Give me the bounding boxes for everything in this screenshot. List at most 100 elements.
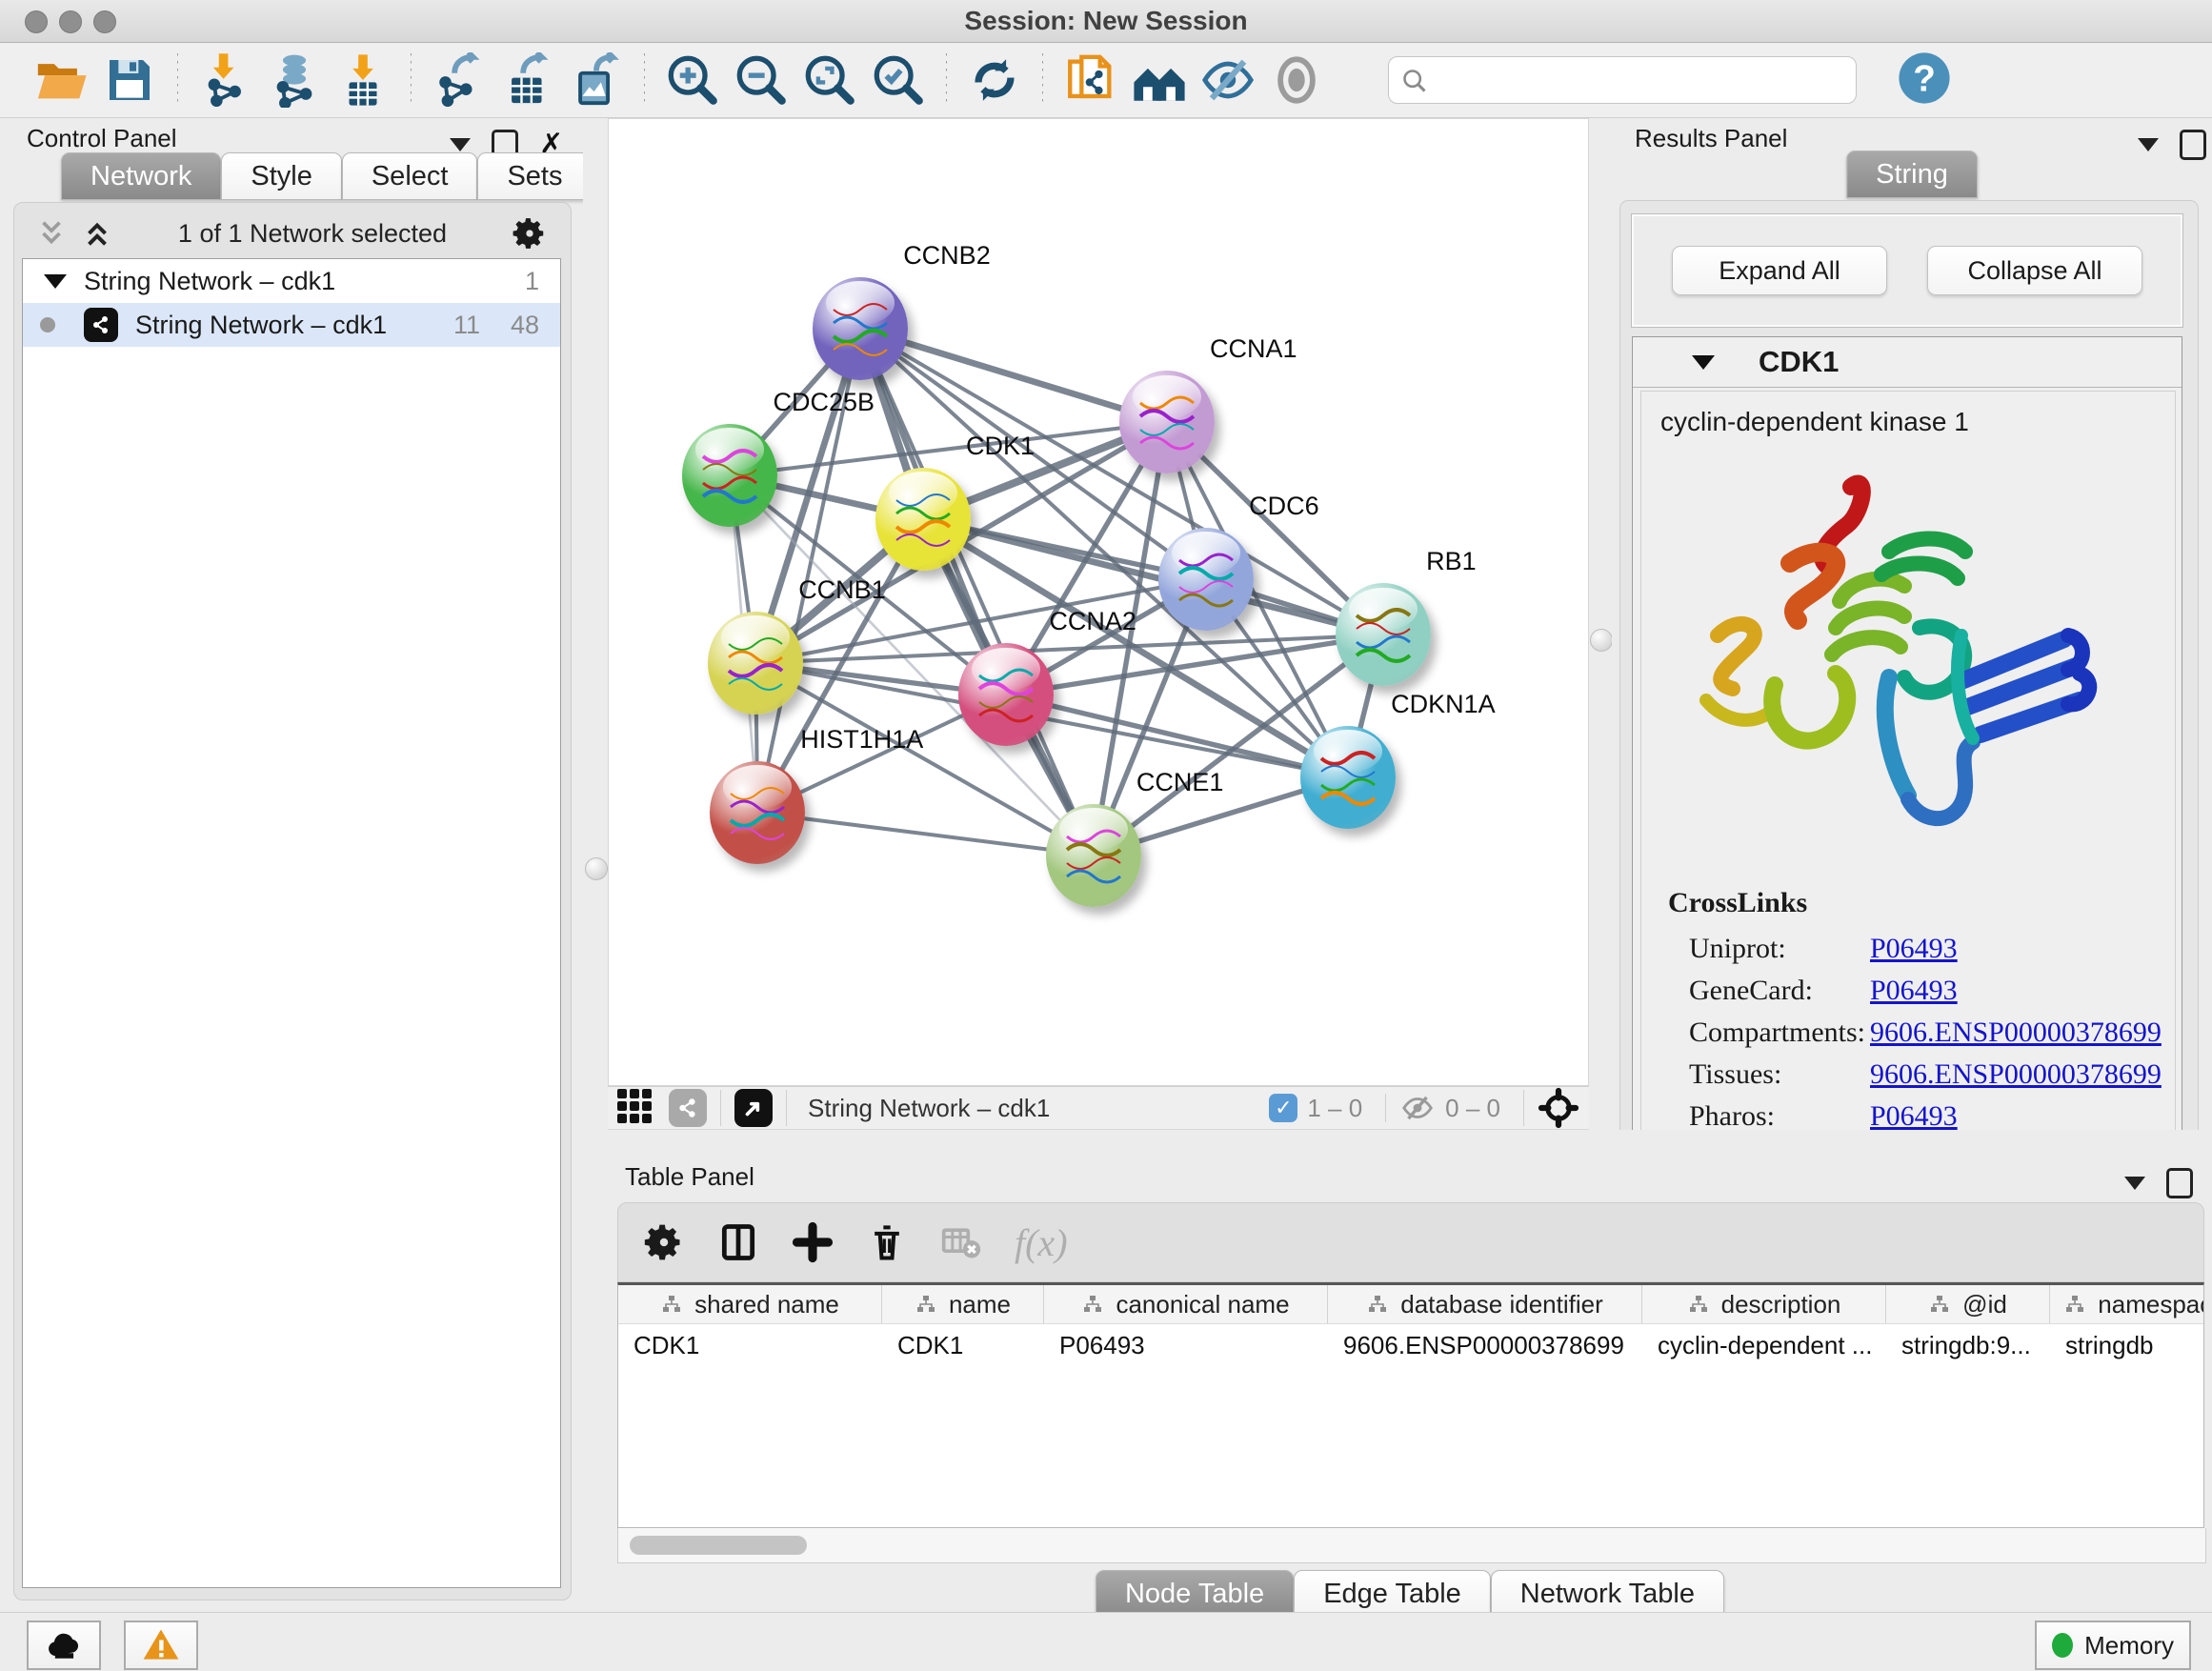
node-CCNE1[interactable] — [1046, 804, 1141, 907]
zoom-in-button[interactable] — [663, 50, 722, 110]
show-eye-button[interactable] — [1267, 50, 1326, 110]
grid-view-icon[interactable] — [617, 1089, 655, 1127]
tab-select[interactable]: Select — [342, 152, 478, 200]
share-view-icon[interactable] — [669, 1089, 707, 1127]
annotations-button[interactable] — [1061, 50, 1120, 110]
node-CDK1[interactable] — [875, 468, 971, 571]
node-CCNA1[interactable] — [1119, 371, 1215, 473]
export-network-button[interactable] — [430, 50, 489, 110]
tab-style[interactable]: Style — [221, 152, 341, 200]
show-columns-icon[interactable] — [717, 1221, 759, 1263]
table-cell[interactable]: CDK1 — [882, 1331, 1044, 1360]
cloud-status-button[interactable] — [27, 1621, 101, 1670]
gear-icon[interactable] — [512, 215, 548, 252]
export-table-button[interactable] — [498, 50, 557, 110]
results-panel-title: Results Panel — [1635, 124, 1787, 156]
table-cell[interactable]: stringdb — [2050, 1331, 2204, 1360]
edge-CCNB2-CCNE1[interactable] — [860, 329, 1094, 856]
tab-sets[interactable]: Sets — [477, 152, 592, 200]
node-CCNB2[interactable] — [813, 277, 908, 380]
network-row[interactable]: String Network – cdk1 11 48 — [23, 303, 560, 347]
birds-eye-view-icon[interactable] — [734, 1089, 773, 1127]
string-network-icon — [84, 308, 118, 342]
table-cell[interactable]: CDK1 — [618, 1331, 882, 1360]
column-header-database-identifier[interactable]: database identifier — [1328, 1285, 1642, 1323]
table-cell[interactable]: stringdb:9... — [1886, 1331, 2050, 1360]
node-CDC25B[interactable] — [682, 424, 777, 527]
crosslink-link[interactable]: 9606.ENSP00000378699 — [1870, 1017, 2162, 1049]
left-splitter[interactable] — [583, 118, 608, 1612]
add-column-icon[interactable] — [792, 1221, 834, 1263]
selected-checkbox-icon[interactable]: ✓ — [1269, 1094, 1297, 1122]
column-header-shared-name[interactable]: shared name — [618, 1285, 882, 1323]
crosslink-label: Pharos: — [1689, 1100, 1870, 1133]
column-header--id[interactable]: @id — [1886, 1285, 2050, 1323]
gene-card-caret-icon[interactable] — [1692, 355, 1715, 370]
column-header-description[interactable]: description — [1642, 1285, 1886, 1323]
gene-card-header[interactable]: CDK1 — [1633, 337, 2182, 388]
tab-node-table[interactable]: Node Table — [1096, 1570, 1294, 1618]
column-header-canonical-name[interactable]: canonical name — [1044, 1285, 1328, 1323]
protein-ribbon-thumbnail — [889, 493, 957, 552]
network-canvas[interactable]: CCNB2CCNA1CDC25BCDK1CDC6RB1CCNB1CCNA2CDK… — [608, 118, 1589, 1086]
splitter-handle[interactable] — [1590, 629, 1613, 652]
tab-edge-table[interactable]: Edge Table — [1294, 1570, 1491, 1618]
tab-network-table[interactable]: Network Table — [1491, 1570, 1724, 1618]
memory-label: Memory — [2084, 1631, 2174, 1661]
results-panel-float-button[interactable] — [2180, 130, 2206, 160]
node-CDC6[interactable] — [1158, 528, 1254, 631]
column-header-namespace[interactable]: namespace — [2050, 1285, 2204, 1323]
node-table[interactable]: shared namenamecanonical namedatabase id… — [617, 1282, 2204, 1528]
import-network-from-database-button[interactable] — [265, 50, 324, 110]
table-gear-icon[interactable] — [643, 1221, 685, 1263]
save-session-button[interactable] — [100, 50, 159, 110]
zoom-out-button[interactable] — [732, 50, 791, 110]
table-horizontal-scrollbar[interactable] — [617, 1528, 2206, 1563]
export-image-button[interactable] — [567, 50, 626, 110]
splitter-handle[interactable] — [585, 857, 608, 880]
navigator-crosshair-icon[interactable] — [1538, 1087, 1579, 1129]
node-HIST1H1A[interactable] — [710, 761, 805, 864]
table-cell[interactable]: cyclin-dependent ... — [1642, 1331, 1886, 1360]
crosslink-link[interactable]: 9606.ENSP00000378699 — [1870, 1058, 2162, 1091]
crosslink-link[interactable]: P06493 — [1870, 975, 1958, 1007]
node-label-CCNB1: CCNB1 — [798, 575, 886, 605]
expand-all-button[interactable]: Expand All — [1672, 246, 1887, 295]
node-RB1[interactable] — [1336, 583, 1431, 686]
crosslink-link[interactable]: P06493 — [1870, 1100, 1958, 1133]
open-file-button[interactable] — [31, 50, 90, 110]
column-header-name[interactable]: name — [882, 1285, 1044, 1323]
table-panel-menu-button[interactable] — [2124, 1177, 2145, 1190]
import-network-button[interactable] — [196, 50, 255, 110]
node-CDKN1A[interactable] — [1300, 726, 1396, 829]
zoom-fit-button[interactable] — [800, 50, 859, 110]
crosslink-link[interactable]: P06493 — [1870, 933, 1958, 965]
table-cell[interactable]: 9606.ENSP00000378699 — [1328, 1331, 1642, 1360]
network-collection-row[interactable]: String Network – cdk1 1 — [23, 259, 560, 303]
memory-button[interactable]: Memory — [2035, 1621, 2191, 1670]
results-panel-menu-button[interactable] — [2138, 138, 2159, 151]
homes-button[interactable] — [1130, 50, 1189, 110]
table-panel-float-button[interactable] — [2166, 1168, 2193, 1198]
refresh-button[interactable] — [965, 50, 1024, 110]
expand-all-chevron-icon[interactable] — [81, 217, 113, 250]
table-row[interactable]: CDK1CDK1P064939606.ENSP00000378699cyclin… — [618, 1324, 2203, 1366]
table-cell[interactable]: P06493 — [1044, 1331, 1328, 1360]
node-CCNA2[interactable] — [958, 643, 1054, 746]
edge-HIST1H1A-CCNE1[interactable] — [757, 813, 1094, 856]
search-input[interactable] — [1388, 56, 1857, 104]
tab-network[interactable]: Network — [61, 152, 221, 200]
node-CCNB1[interactable] — [708, 612, 803, 715]
help-button[interactable]: ? — [1897, 50, 1952, 111]
tab-string[interactable]: String — [1846, 151, 1978, 198]
warning-status-button[interactable] — [124, 1621, 198, 1670]
zoom-selected-button[interactable] — [869, 50, 928, 110]
scrollbar-thumb[interactable] — [630, 1536, 807, 1555]
collapse-all-chevron-icon[interactable] — [35, 217, 68, 250]
hide-selected-button[interactable] — [1198, 50, 1257, 110]
import-table-button[interactable] — [333, 50, 392, 110]
control-panel-menu-button[interactable] — [450, 138, 471, 151]
collapse-all-button[interactable]: Collapse All — [1927, 246, 2142, 295]
tree-expand-caret-icon[interactable] — [44, 274, 67, 289]
delete-column-icon[interactable] — [866, 1221, 908, 1263]
